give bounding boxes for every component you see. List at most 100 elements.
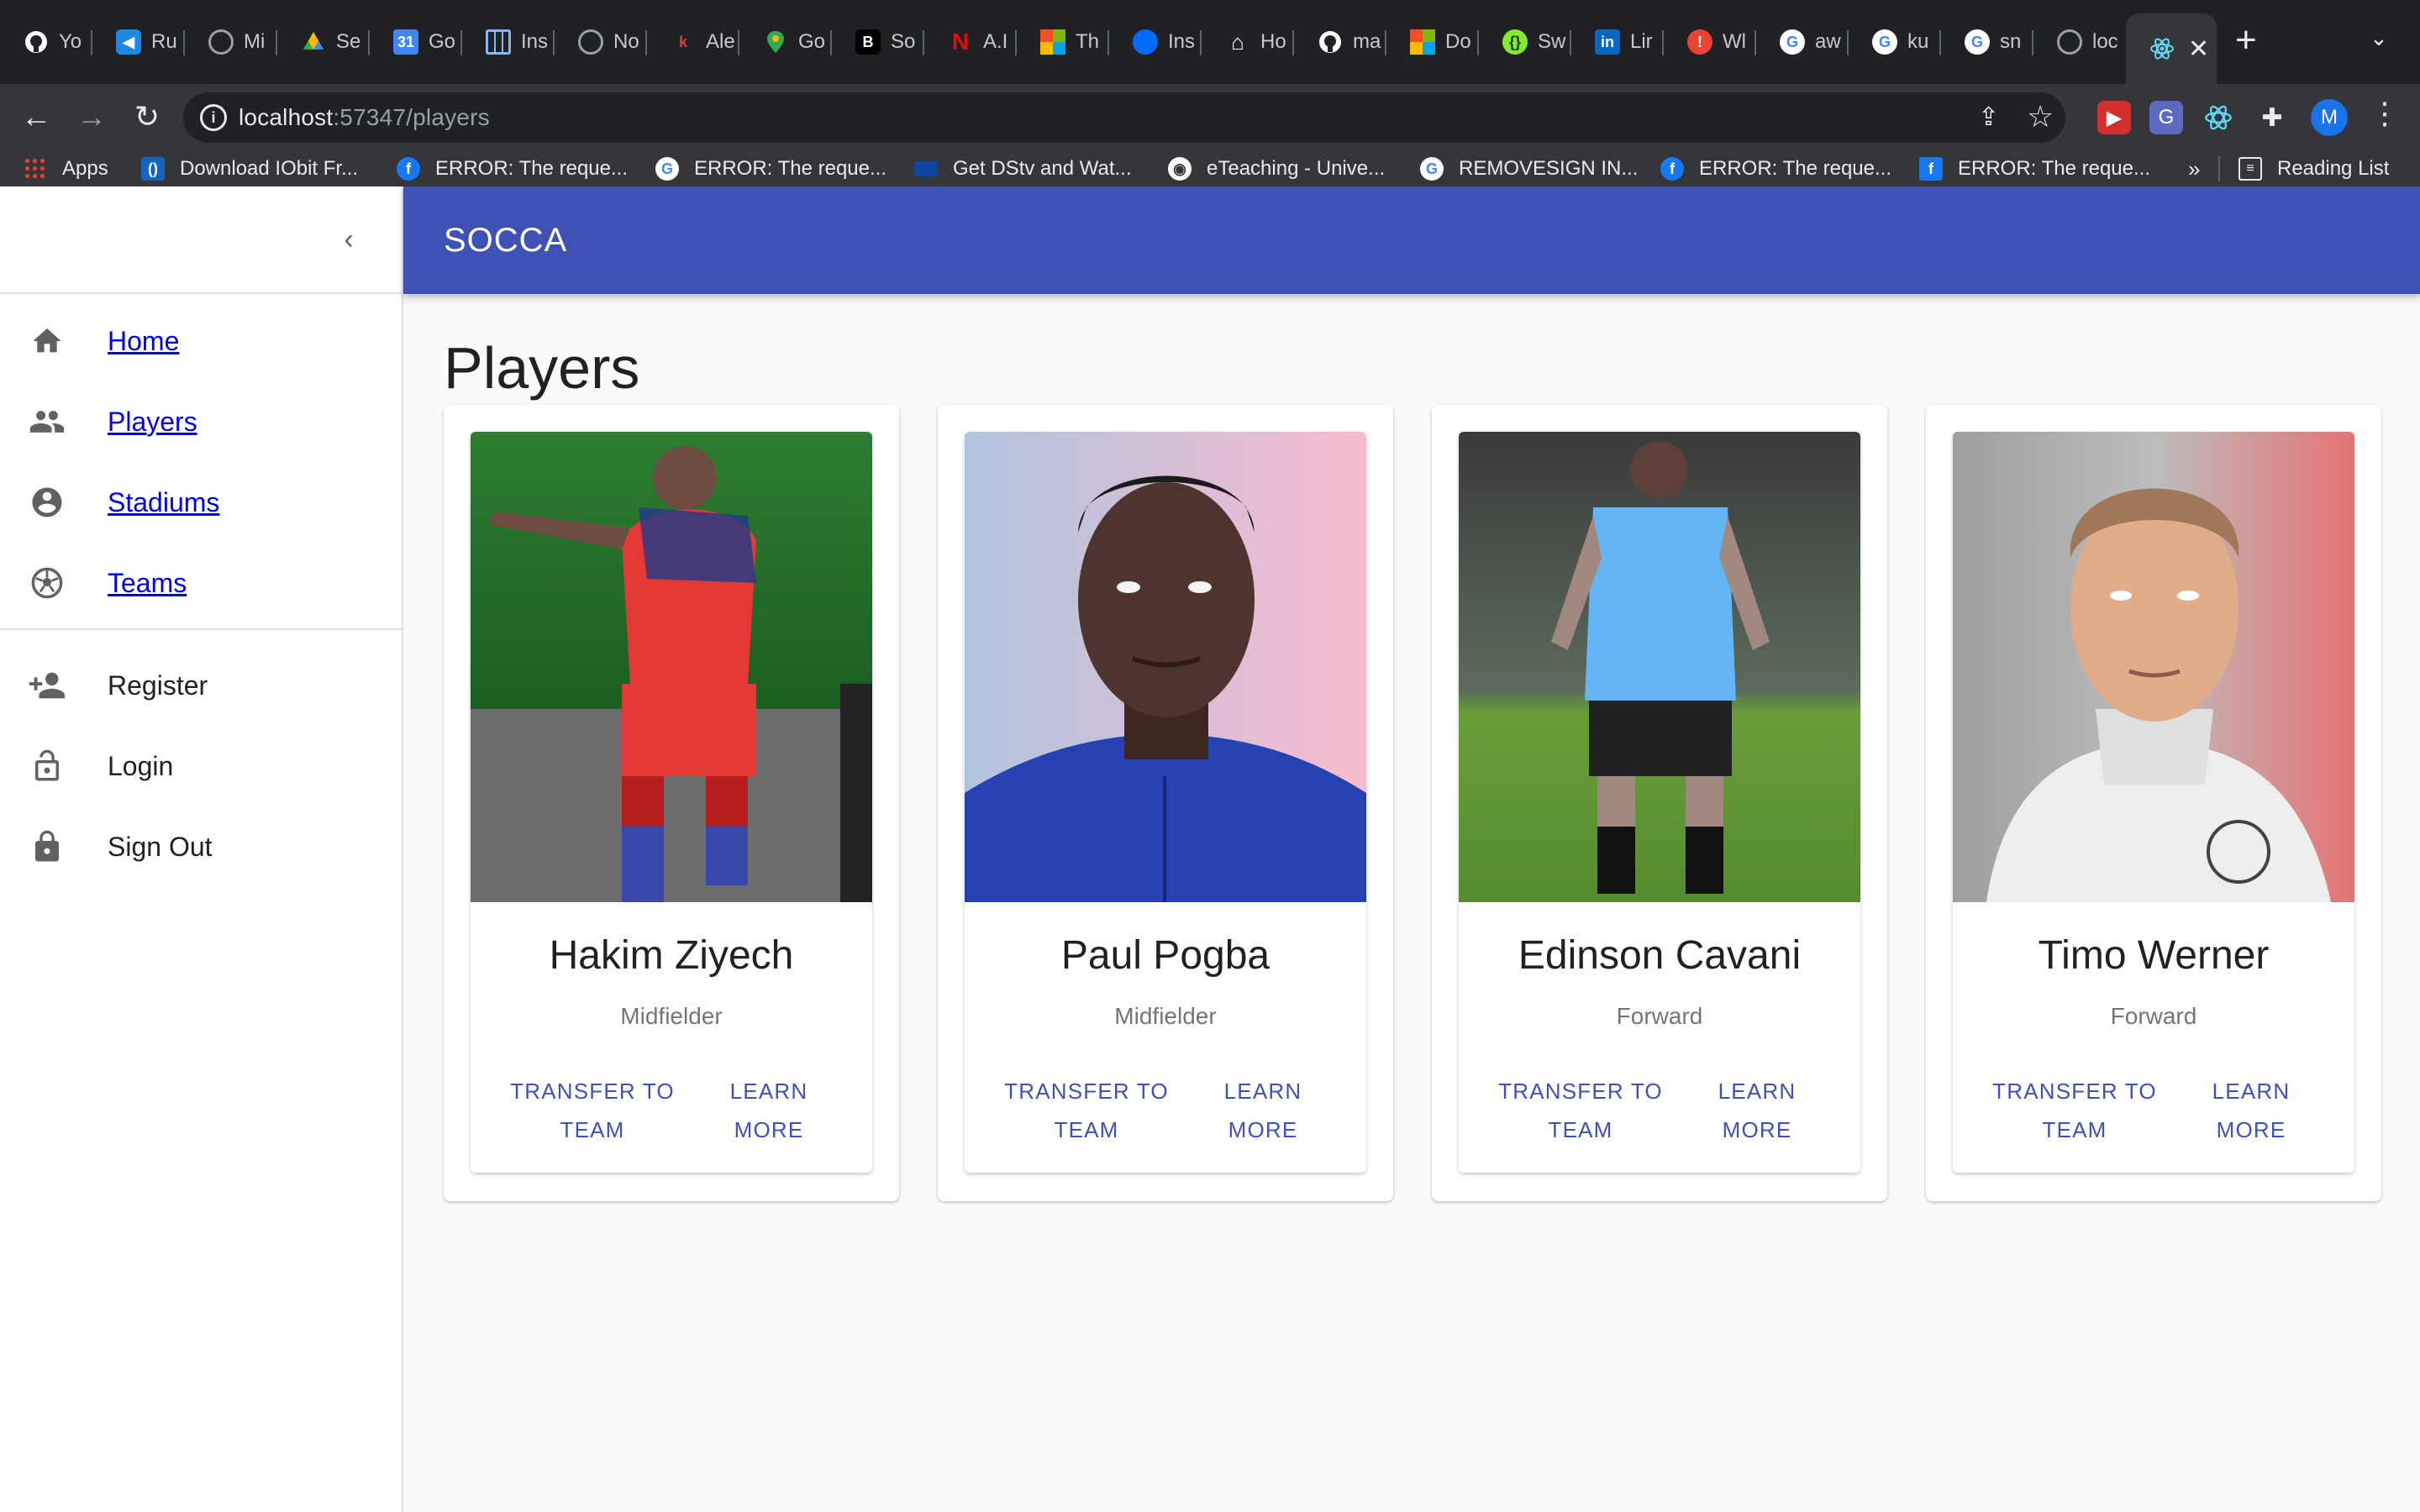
drive-icon <box>301 29 326 55</box>
bookmark-item[interactable]: ◉ eTeaching - Unive... <box>1168 155 1385 183</box>
bookmark-item[interactable]: G REMOVESIGN IN... <box>1420 155 1638 183</box>
player-photo <box>1459 432 1860 902</box>
browser-tab[interactable]: Gaw <box>1756 13 1849 71</box>
bookmark-item[interactable]: () Download IObit Fr... <box>141 155 358 183</box>
browser-tab[interactable]: ⌂ Ho <box>1202 13 1294 71</box>
browser-toolbar: ← → ↻ i localhost:57347/players ⇪ ☆ ▶ G … <box>0 84 2420 151</box>
globe-icon <box>2057 29 2082 55</box>
reload-icon[interactable]: ↻ <box>126 96 168 138</box>
transfer-to-team-button[interactable]: Transfer to Team <box>504 1072 681 1149</box>
bookmark-apps[interactable]: Apps <box>24 155 108 183</box>
player-name: Timo Werner <box>2038 933 2270 978</box>
browser-tab-active[interactable]: ✕ <box>2126 13 2217 84</box>
player-card-inner: Timo Werner Forward Transfer to Team Lea… <box>1953 432 2354 1173</box>
primary-nav: Home Players Stadiums Teams <box>0 294 402 630</box>
k-icon: k <box>678 33 687 50</box>
bookmark-item[interactable]: G ERROR: The reque... <box>655 155 886 183</box>
transfer-to-team-button[interactable]: Transfer to Team <box>1986 1072 2163 1149</box>
nav-item-players[interactable]: Players <box>0 381 402 462</box>
back-arrow-icon[interactable]: ← <box>15 96 57 138</box>
browser-tab[interactable]: in Lir <box>1571 13 1664 71</box>
lock-icon <box>27 827 67 867</box>
browser-tab[interactable]: B So <box>832 13 924 71</box>
player-position: Forward <box>2110 1003 2197 1029</box>
player-photo <box>471 432 872 902</box>
bookmark-item[interactable]: f ERROR: The reque... <box>397 155 628 183</box>
account-circle-icon <box>27 482 67 522</box>
swagger-icon: {} <box>1502 29 1528 55</box>
browser-tab[interactable]: Go <box>739 13 832 71</box>
react-icon <box>2149 36 2175 61</box>
nav-item-sign-out[interactable]: Sign Out <box>0 806 402 887</box>
nav-item-stadiums[interactable]: Stadiums <box>0 462 402 543</box>
browser-tab[interactable]: Ins <box>462 13 555 71</box>
browser-tab[interactable]: ◀ Ru <box>92 13 185 71</box>
new-tab-icon[interactable]: + <box>2235 22 2257 59</box>
bookmark-item[interactable]: f ERROR: The reque... <box>1919 155 2150 183</box>
transfer-to-team-button[interactable]: Transfer to Team <box>998 1072 1175 1149</box>
browser-tab[interactable]: Th <box>1017 13 1109 71</box>
puzzle-piece-icon[interactable]: ✚ <box>2255 101 2289 134</box>
nav-link-home[interactable]: Home <box>108 326 179 357</box>
nav-link-stadiums[interactable]: Stadiums <box>108 487 219 518</box>
alert-icon: ! <box>1687 29 1712 55</box>
browser-tab[interactable]: Se <box>277 13 370 71</box>
browser-tab[interactable]: Do <box>1386 13 1479 71</box>
nav-item-login[interactable]: Login <box>0 726 402 806</box>
nav-label-register: Register <box>108 669 208 701</box>
globe-icon <box>208 29 234 55</box>
bookmark-star-icon[interactable]: ☆ <box>2027 99 2054 134</box>
browser-tab[interactable]: Gsn <box>1941 13 2033 71</box>
profile-avatar[interactable]: M <box>2311 99 2348 136</box>
browser-tab[interactable]: Mi <box>185 13 277 71</box>
reading-list-button[interactable]: ≡ Reading List <box>2238 155 2389 183</box>
learn-more-button[interactable]: Learn More <box>2205 1072 2297 1149</box>
nav-item-home[interactable]: Home <box>0 301 402 381</box>
learn-more-button[interactable]: Learn More <box>723 1072 815 1149</box>
player-name: Paul Pogba <box>1060 933 1270 978</box>
google-icon: G <box>1780 29 1805 55</box>
browser-tab[interactable]: Ins <box>1109 13 1202 71</box>
browser-tab[interactable]: N A.I <box>924 13 1017 71</box>
extension-icon[interactable]: ▶ <box>2097 101 2131 134</box>
browser-tab[interactable]: ma <box>1294 13 1386 71</box>
url-text[interactable]: localhost:57347/players <box>239 104 490 131</box>
bookmark-item[interactable]: f ERROR: The reque... <box>1660 155 1891 183</box>
close-tab-icon[interactable]: ✕ <box>2188 34 2209 64</box>
browser-tab[interactable]: k Ale <box>647 13 739 71</box>
learn-more-button[interactable]: Learn More <box>1217 1072 1309 1149</box>
nav-item-teams[interactable]: Teams <box>0 543 402 623</box>
browser-tab[interactable]: {} Sw <box>1479 13 1571 71</box>
nav-link-players[interactable]: Players <box>108 407 197 438</box>
browser-tab[interactable]: 31 Go <box>370 13 462 71</box>
drawer-header: ‹ <box>0 186 402 294</box>
nav-label-sign-out: Sign Out <box>108 831 213 862</box>
nav-item-register[interactable]: Register <box>0 645 402 726</box>
forward-arrow-icon[interactable]: → <box>71 96 113 138</box>
info-icon[interactable]: i <box>200 104 227 131</box>
chevron-left-icon[interactable]: ‹ <box>329 220 368 259</box>
dstv-icon <box>914 161 938 176</box>
player-photo <box>1953 432 2354 902</box>
browser-tab[interactable]: Gku <box>1849 13 1941 71</box>
learn-more-button[interactable]: Learn More <box>1711 1072 1803 1149</box>
bookmark-item[interactable]: Get DStv and Wat... <box>914 155 1132 183</box>
browser-tab[interactable]: Yo <box>0 13 92 71</box>
chevron-down-icon[interactable]: ⌄ <box>2370 25 2388 51</box>
browser-tab[interactable]: ! Wl <box>1664 13 1756 71</box>
react-devtools-icon[interactable] <box>2202 101 2235 134</box>
browser-tab[interactable]: No <box>555 13 647 71</box>
more-bookmarks-icon[interactable]: » <box>2188 155 2200 183</box>
share-icon[interactable]: ⇪ <box>1978 102 1999 132</box>
maps-icon <box>763 29 788 55</box>
people-icon <box>27 402 67 442</box>
more-vert-icon[interactable]: ⋮ <box>2370 96 2400 131</box>
nav-link-teams[interactable]: Teams <box>108 568 187 599</box>
digitalocean-icon <box>1133 29 1158 55</box>
person-add-icon <box>27 665 67 706</box>
browser-tab[interactable]: loc <box>2033 13 2126 71</box>
transfer-to-team-button[interactable]: Transfer to Team <box>1492 1072 1669 1149</box>
b-icon: B <box>855 29 881 55</box>
address-bar[interactable]: i localhost:57347/players ⇪ ☆ <box>183 92 2065 143</box>
translate-icon[interactable]: G <box>2149 101 2183 134</box>
